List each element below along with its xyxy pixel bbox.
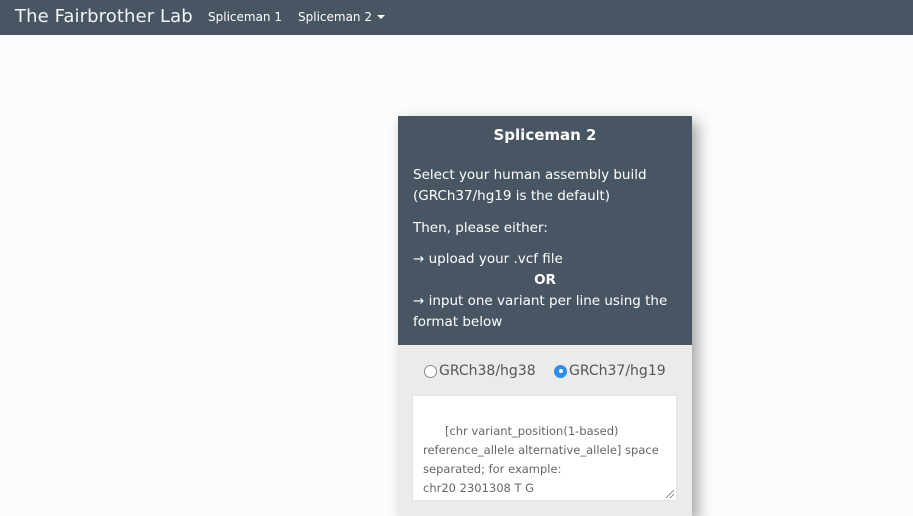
nav-spliceman-2-label: Spliceman 2 xyxy=(298,10,372,24)
nav-spliceman-2-dropdown[interactable]: Spliceman 2 xyxy=(298,10,385,24)
variant-textarea-placeholder: [chr variant_position(1-based) reference… xyxy=(423,424,659,495)
instruction-either: Then, please either: xyxy=(413,220,548,236)
spliceman2-panel: Spliceman 2 Select your human assembly b… xyxy=(398,116,692,516)
variant-textarea[interactable]: [chr variant_position(1-based) reference… xyxy=(412,395,677,501)
panel-header: Spliceman 2 Select your human assembly b… xyxy=(398,116,692,345)
radio-grch37-label: GRCh37/hg19 xyxy=(569,363,666,379)
caret-down-icon xyxy=(376,15,385,19)
instruction-input-variants: → input one variant per line using the f… xyxy=(413,293,668,330)
input-form: GRCh38/hg38 GRCh37/hg19 [chr variant_pos… xyxy=(398,345,692,516)
instruction-assembly: Select your human assembly build (GRCh37… xyxy=(413,167,647,204)
instruction-upload: → upload your .vcf file xyxy=(413,251,563,267)
resize-grip-icon[interactable] xyxy=(666,490,674,498)
navbar: The Fairbrother Lab Spliceman 1 Splicema… xyxy=(0,0,913,35)
nav-spliceman-1-label: Spliceman 1 xyxy=(208,10,282,24)
radio-grch38-label: GRCh38/hg38 xyxy=(439,363,536,379)
nav-spliceman-1[interactable]: Spliceman 1 xyxy=(208,10,282,24)
radio-grch38[interactable]: GRCh38/hg38 xyxy=(424,362,536,380)
radio-checked-icon[interactable] xyxy=(554,364,567,378)
radio-grch37[interactable]: GRCh37/hg19 xyxy=(554,362,666,380)
instruction-or: OR xyxy=(534,272,556,288)
panel-title: Spliceman 2 xyxy=(493,126,597,144)
brand-link[interactable]: The Fairbrother Lab xyxy=(15,6,193,28)
radio-unchecked-icon[interactable] xyxy=(424,364,437,378)
